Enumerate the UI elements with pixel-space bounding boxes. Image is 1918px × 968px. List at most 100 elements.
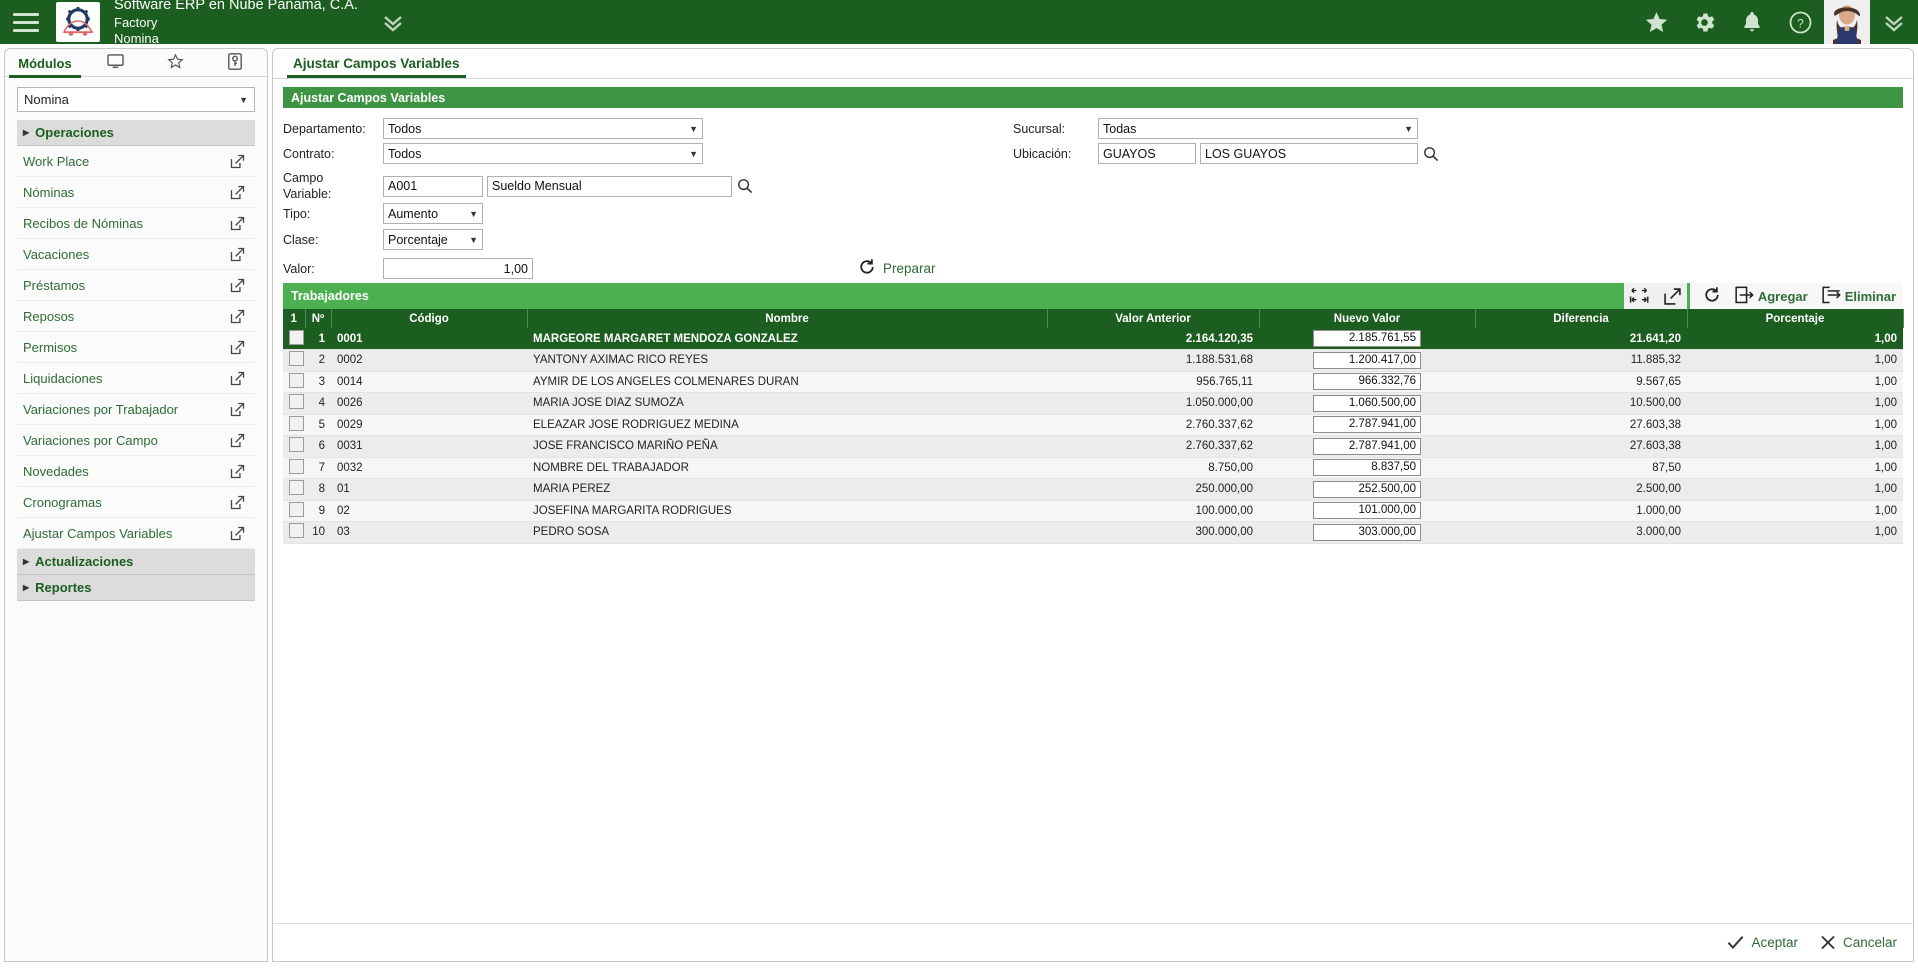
sidebar-item-reposos[interactable]: Reposos <box>17 301 255 332</box>
sidebar-item-vacaciones[interactable]: Vacaciones <box>17 239 255 270</box>
cell-nuevo-valor[interactable]: 8.837,50 <box>1259 457 1475 479</box>
row-checkbox-cell[interactable] <box>283 478 305 501</box>
row-checkbox[interactable] <box>289 351 304 367</box>
sidebar-item-permisos[interactable]: Permisos <box>17 332 255 363</box>
table-row[interactable]: 5 0029 ELEAZAR JOSE RODRIGUEZ MEDINA 2.760.… <box>283 414 1903 436</box>
table-row[interactable]: 9 02 JOSEFINA MARGARITA RODRIGUES 100.000,0… <box>283 500 1903 522</box>
sidebar-item-novedades[interactable]: Novedades <box>17 456 255 487</box>
row-checkbox-cell[interactable] <box>283 414 305 436</box>
cell-nuevo-valor[interactable]: 303.000,00 <box>1259 521 1475 544</box>
nuevo-valor-input[interactable]: 101.000,00 <box>1313 502 1421 520</box>
avatar[interactable] <box>1824 0 1870 44</box>
table-row[interactable]: 7 0032 NOMBRE DEL TRABAJADOR 8.750,00 8.837,… <box>283 457 1903 479</box>
row-checkbox-cell[interactable] <box>283 328 305 350</box>
nuevo-valor-input[interactable]: 2.787.941,00 <box>1313 416 1421 434</box>
sidebar-group-operaciones[interactable]: ▶ Operaciones <box>17 120 255 146</box>
sidebar-item-liquidaciones[interactable]: Liquidaciones <box>17 363 255 394</box>
star-icon[interactable] <box>1632 0 1680 44</box>
row-checkbox[interactable] <box>289 394 304 410</box>
sidebar-item-variaciones-por-trabajador[interactable]: Variaciones por Trabajador <box>17 394 255 425</box>
sidebar-group-actualizaciones[interactable]: ▶ Actualizaciones <box>17 549 255 575</box>
sidebar-item-work-place[interactable]: Work Place <box>17 146 255 177</box>
open-external-icon[interactable] <box>230 433 245 448</box>
help-icon[interactable]: ? <box>1776 0 1824 44</box>
search-icon[interactable] <box>737 178 753 194</box>
preparar-button[interactable]: Preparar <box>858 258 936 279</box>
cell-nuevo-valor[interactable]: 2.185.761,55 <box>1259 328 1475 350</box>
open-external-icon[interactable] <box>230 247 245 262</box>
user-menu-chevron-icon[interactable] <box>1870 0 1918 44</box>
open-external-icon[interactable] <box>230 464 245 479</box>
sidebar-tab-modulos[interactable]: Módulos <box>5 49 85 78</box>
col-porcentaje[interactable]: Porcentaje <box>1687 309 1904 328</box>
cell-nuevo-valor[interactable]: 101.000,00 <box>1259 500 1475 522</box>
row-checkbox[interactable] <box>289 437 304 453</box>
aceptar-button[interactable]: Aceptar <box>1727 935 1798 950</box>
open-external-icon[interactable] <box>230 309 245 324</box>
clase-select[interactable]: Porcentaje ▼ <box>383 229 483 250</box>
nuevo-valor-input[interactable]: 2.185.761,55 <box>1313 330 1421 347</box>
sidebar-item-recibos-de-nominas[interactable]: Recibos de Nóminas <box>17 208 255 239</box>
sidebar-tab-favoritos[interactable] <box>145 49 205 77</box>
contrato-select[interactable]: Todos ▼ <box>383 143 703 164</box>
sidebar-group-reportes[interactable]: ▶ Reportes <box>17 575 255 601</box>
departamento-select[interactable]: Todos ▼ <box>383 118 703 139</box>
sidebar-item-nominas[interactable]: Nóminas <box>17 177 255 208</box>
bell-icon[interactable] <box>1728 0 1776 44</box>
brand-chevron-down-icon[interactable] <box>380 12 406 32</box>
sidebar-tab-escritorio[interactable] <box>85 49 145 77</box>
table-row[interactable]: 10 03 PEDRO SOSA 300.000,00 303.000,00 3.000,… <box>283 521 1903 544</box>
select-all[interactable]: 1 <box>283 309 306 328</box>
cell-nuevo-valor[interactable]: 2.787.941,00 <box>1259 435 1475 458</box>
row-checkbox[interactable] <box>289 415 304 431</box>
sidebar-item-cronogramas[interactable]: Cronogramas <box>17 487 255 518</box>
eliminar-button[interactable]: Eliminar <box>1814 283 1903 309</box>
table-row[interactable]: 4 0026 MARIA JOSE DIAZ SUMOZA 1.050.000,00 1… <box>283 392 1903 415</box>
row-checkbox-cell[interactable] <box>283 435 305 458</box>
cancelar-button[interactable]: Cancelar <box>1820 935 1897 950</box>
col-numero[interactable]: Nº <box>305 309 332 328</box>
open-external-icon[interactable] <box>230 340 245 355</box>
agregar-button[interactable]: Agregar <box>1727 283 1815 309</box>
campo-variable-code-input[interactable]: A001 <box>383 175 483 197</box>
campo-variable-name-input[interactable]: Sueldo Mensual <box>487 175 732 197</box>
nuevo-valor-input[interactable]: 2.787.941,00 <box>1313 437 1421 455</box>
row-checkbox[interactable] <box>289 372 304 388</box>
tipo-select[interactable]: Aumento ▼ <box>383 203 483 224</box>
row-checkbox[interactable] <box>289 501 304 517</box>
nuevo-valor-input[interactable]: 252.500,00 <box>1313 480 1421 498</box>
valor-input[interactable]: 1,00 <box>383 258 533 279</box>
menu-icon[interactable] <box>0 0 52 44</box>
col-codigo[interactable]: Código <box>331 309 528 328</box>
row-checkbox[interactable] <box>289 523 304 539</box>
row-checkbox-cell[interactable] <box>283 521 305 544</box>
tab-ajustar-campos-variables[interactable]: Ajustar Campos Variables <box>281 49 472 78</box>
col-nombre[interactable]: Nombre <box>527 309 1048 328</box>
open-external-icon[interactable] <box>230 278 245 293</box>
table-row[interactable]: 6 0031 JOSE FRANCISCO MARIÑO PEÑA 2.760.337… <box>283 435 1903 458</box>
sidebar-item-prestamos[interactable]: Préstamos <box>17 270 255 301</box>
sucursal-select[interactable]: Todas ▼ <box>1098 118 1418 139</box>
open-external-icon[interactable] <box>230 495 245 510</box>
table-row[interactable]: 2 0002 YANTONY AXIMAC RICO REYES 1.188.531,… <box>283 349 1903 372</box>
open-external-icon[interactable] <box>230 154 245 169</box>
row-checkbox-cell[interactable] <box>283 349 305 372</box>
row-checkbox-cell[interactable] <box>283 457 305 479</box>
nuevo-valor-input[interactable]: 1.200.417,00 <box>1313 351 1421 369</box>
cell-nuevo-valor[interactable]: 1.200.417,00 <box>1259 349 1475 372</box>
open-external-icon[interactable] <box>230 185 245 200</box>
col-nuevo-valor[interactable]: Nuevo Valor <box>1259 309 1476 328</box>
row-checkbox-cell[interactable] <box>283 500 305 522</box>
module-select[interactable]: Nomina ▼ <box>17 87 255 112</box>
nuevo-valor-input[interactable]: 966.332,76 <box>1313 373 1421 391</box>
open-external-icon[interactable] <box>230 526 245 541</box>
nuevo-valor-input[interactable]: 303.000,00 <box>1313 523 1421 541</box>
refresh-grid-button[interactable] <box>1695 283 1728 309</box>
row-checkbox-cell[interactable] <box>283 392 305 415</box>
open-external-icon[interactable] <box>230 402 245 417</box>
table-row[interactable]: 3 0014 AYMIR DE LOS ANGELES COLMENARES DUR… <box>283 371 1903 393</box>
cell-nuevo-valor[interactable]: 966.332,76 <box>1259 371 1475 393</box>
sidebar-tab-accesos[interactable] <box>205 49 265 77</box>
cell-nuevo-valor[interactable]: 252.500,00 <box>1259 478 1475 501</box>
table-row[interactable]: 8 01 MARIA PEREZ 250.000,00 252.500,00 2.500,… <box>283 478 1903 501</box>
